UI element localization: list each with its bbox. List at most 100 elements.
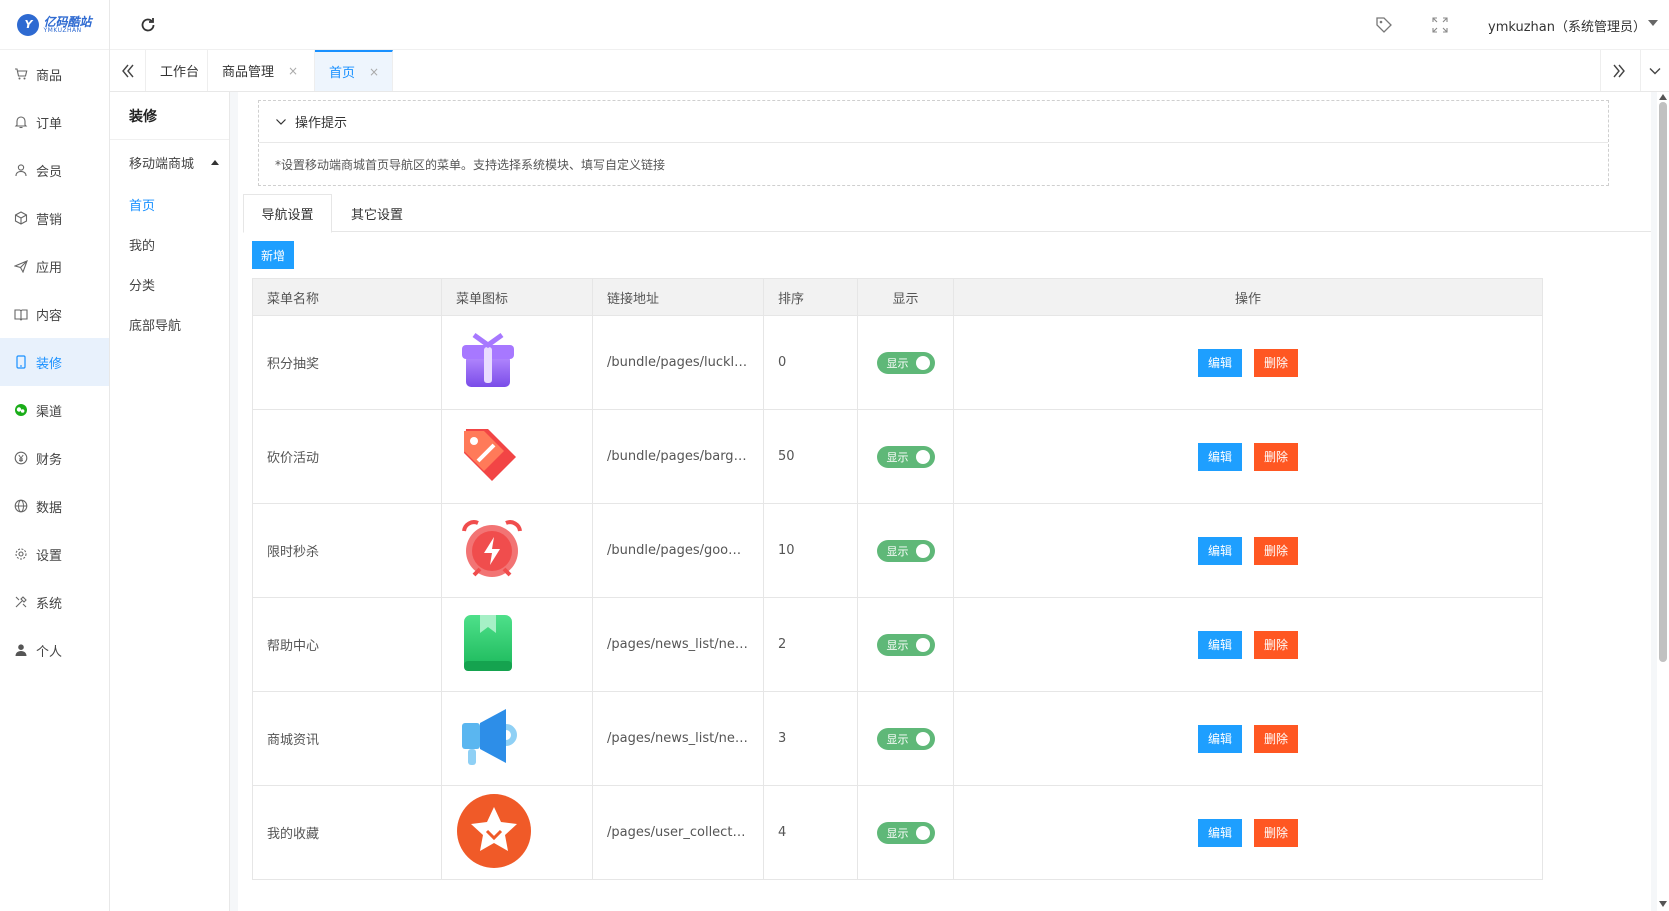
gear-icon bbox=[14, 547, 28, 561]
left-sidebar: Y 亿码酷站 YMKUZHAN 商品 订单 会员 营销 应用 内容 装修 渠道 … bbox=[0, 0, 110, 911]
secondary-nav-item-mine[interactable]: 我的 bbox=[110, 224, 229, 264]
edit-button[interactable]: 编辑 bbox=[1198, 818, 1242, 847]
sidebar-item-content[interactable]: 内容 bbox=[0, 290, 109, 338]
sidebar-item-label: 商品 bbox=[36, 68, 63, 84]
column-header: 排序 bbox=[763, 278, 858, 316]
menu-name: 积分抽奖 bbox=[252, 315, 442, 410]
logo[interactable]: Y 亿码酷站 YMKUZHAN bbox=[0, 0, 109, 50]
column-header: 操作 bbox=[953, 278, 1543, 316]
edit-button[interactable]: 编辑 bbox=[1198, 536, 1242, 565]
edit-button[interactable]: 编辑 bbox=[1198, 348, 1242, 377]
tab-other-settings[interactable]: 其它设置 bbox=[332, 194, 422, 232]
refresh-icon[interactable] bbox=[138, 15, 158, 35]
add-button[interactable]: 新增 bbox=[252, 241, 294, 269]
sort-value: 4 bbox=[763, 785, 858, 880]
column-header: 菜单名称 bbox=[252, 278, 442, 316]
tabs-scroll-left-button[interactable] bbox=[110, 50, 146, 91]
menu-name: 限时秒杀 bbox=[252, 503, 442, 598]
sidebar-item-members[interactable]: 会员 bbox=[0, 146, 109, 194]
toggle-label: 显示 bbox=[886, 732, 909, 746]
sidebar-item-channels[interactable]: 渠道 bbox=[0, 386, 109, 434]
tabs-menu-button[interactable] bbox=[1640, 50, 1669, 91]
secondary-nav-title: 装修 bbox=[110, 92, 229, 140]
secondary-nav-group-label: 移动端商城 bbox=[129, 156, 195, 172]
delete-button[interactable]: 删除 bbox=[1254, 630, 1298, 659]
tab-home[interactable]: 首页 × bbox=[315, 50, 393, 91]
sort-value: 2 bbox=[763, 597, 858, 692]
sidebar-item-system[interactable]: 系统 bbox=[0, 578, 109, 626]
vertical-scrollbar[interactable] bbox=[1657, 92, 1669, 911]
scrollbar-thumb[interactable] bbox=[1659, 102, 1667, 662]
delete-button[interactable]: 删除 bbox=[1254, 536, 1298, 565]
globe-icon bbox=[14, 499, 28, 513]
logo-subtitle: YMKUZHAN bbox=[43, 26, 82, 34]
sidebar-item-decoration[interactable]: 装修 bbox=[0, 338, 109, 386]
scroll-down-arrow-icon[interactable] bbox=[1659, 901, 1667, 907]
menu-name: 商城资讯 bbox=[252, 691, 442, 786]
tab-nav-settings[interactable]: 导航设置 bbox=[243, 194, 332, 233]
fullscreen-icon[interactable] bbox=[1432, 17, 1448, 33]
nav-menu-table: 菜单名称 菜单图标 链接地址 排序 显示 操作 积分抽奖 /bundle/pag… bbox=[252, 278, 1543, 880]
edit-button[interactable]: 编辑 bbox=[1198, 630, 1242, 659]
tip-text: *设置移动端商城首页导航区的菜单。支持选择系统模块、填写自定义链接 bbox=[275, 157, 666, 172]
tab-product-management[interactable]: 商品管理 × bbox=[208, 50, 315, 91]
show-toggle[interactable]: 显示 bbox=[876, 633, 935, 656]
show-toggle[interactable]: 显示 bbox=[876, 539, 935, 562]
yen-icon bbox=[14, 451, 28, 465]
sidebar-item-settings[interactable]: 设置 bbox=[0, 530, 109, 578]
main-content: 操作提示 *设置移动端商城首页导航区的菜单。支持选择系统模块、填写自定义链接 导… bbox=[230, 92, 1657, 911]
cart-icon bbox=[14, 67, 28, 81]
toggle-label: 显示 bbox=[886, 544, 909, 558]
secondary-nav-item-bottom-nav[interactable]: 底部导航 bbox=[110, 304, 229, 344]
sidebar-item-label: 内容 bbox=[36, 308, 63, 324]
chevron-down-icon bbox=[1649, 67, 1661, 74]
table-row: 商城资讯 /pages/news_list/new... 3 显示 编辑 删除 bbox=[252, 691, 1543, 786]
box-icon bbox=[14, 211, 28, 225]
sidebar-item-products[interactable]: 商品 bbox=[0, 50, 109, 98]
show-toggle[interactable]: 显示 bbox=[876, 821, 935, 844]
delete-button[interactable]: 删除 bbox=[1254, 442, 1298, 471]
sidebar-item-label: 财务 bbox=[36, 452, 63, 468]
sidebar-item-label: 订单 bbox=[36, 116, 63, 132]
toggle-label: 显示 bbox=[886, 826, 909, 840]
tabs-scroll-right-button[interactable] bbox=[1600, 50, 1636, 91]
table-row: 我的收藏 /pages/user_collectio... 4 显示 编辑 删除 bbox=[252, 785, 1543, 880]
sidebar-item-marketing[interactable]: 营销 bbox=[0, 194, 109, 242]
sidebar-item-personal[interactable]: 个人 bbox=[0, 626, 109, 674]
tip-header[interactable]: 操作提示 bbox=[259, 101, 1608, 143]
sort-value: 3 bbox=[763, 691, 858, 786]
toggle-label: 显示 bbox=[886, 638, 909, 652]
link-url: /bundle/pages/bargai... bbox=[592, 409, 764, 504]
chevron-down-icon[interactable] bbox=[1648, 20, 1658, 26]
column-header: 菜单图标 bbox=[441, 278, 593, 316]
sidebar-item-finance[interactable]: 财务 bbox=[0, 434, 109, 482]
user-menu[interactable]: ymkuzhan（系统管理员） bbox=[1488, 16, 1646, 35]
show-toggle[interactable]: 显示 bbox=[876, 351, 935, 374]
show-toggle[interactable]: 显示 bbox=[876, 727, 935, 750]
scroll-up-arrow-icon[interactable] bbox=[1659, 94, 1667, 100]
tab-workbench[interactable]: 工作台 bbox=[146, 50, 208, 91]
sidebar-item-label: 个人 bbox=[36, 644, 63, 660]
settings-tabs: 导航设置 其它设置 bbox=[243, 194, 1651, 233]
delete-button[interactable]: 删除 bbox=[1254, 724, 1298, 753]
link-url: /bundle/pages/goods... bbox=[592, 503, 764, 598]
close-icon[interactable]: × bbox=[369, 65, 379, 79]
toggle-label: 显示 bbox=[886, 450, 909, 464]
sidebar-item-data[interactable]: 数据 bbox=[0, 482, 109, 530]
show-toggle[interactable]: 显示 bbox=[876, 445, 935, 468]
tag-icon[interactable] bbox=[1375, 16, 1393, 34]
sort-value: 50 bbox=[763, 409, 858, 504]
delete-button[interactable]: 删除 bbox=[1254, 348, 1298, 377]
sidebar-item-apps[interactable]: 应用 bbox=[0, 242, 109, 290]
secondary-nav-item-home[interactable]: 首页 bbox=[110, 184, 229, 224]
delete-button[interactable]: 删除 bbox=[1254, 818, 1298, 847]
tab-label: 工作台 bbox=[160, 65, 200, 80]
close-icon[interactable]: × bbox=[288, 64, 298, 78]
star-badge-icon bbox=[456, 793, 532, 873]
edit-button[interactable]: 编辑 bbox=[1198, 442, 1242, 471]
sidebar-item-orders[interactable]: 订单 bbox=[0, 98, 109, 146]
secondary-nav-group[interactable]: 移动端商城 bbox=[110, 140, 229, 184]
edit-button[interactable]: 编辑 bbox=[1198, 724, 1242, 753]
sidebar-item-label: 装修 bbox=[36, 356, 63, 372]
secondary-nav-item-category[interactable]: 分类 bbox=[110, 264, 229, 304]
